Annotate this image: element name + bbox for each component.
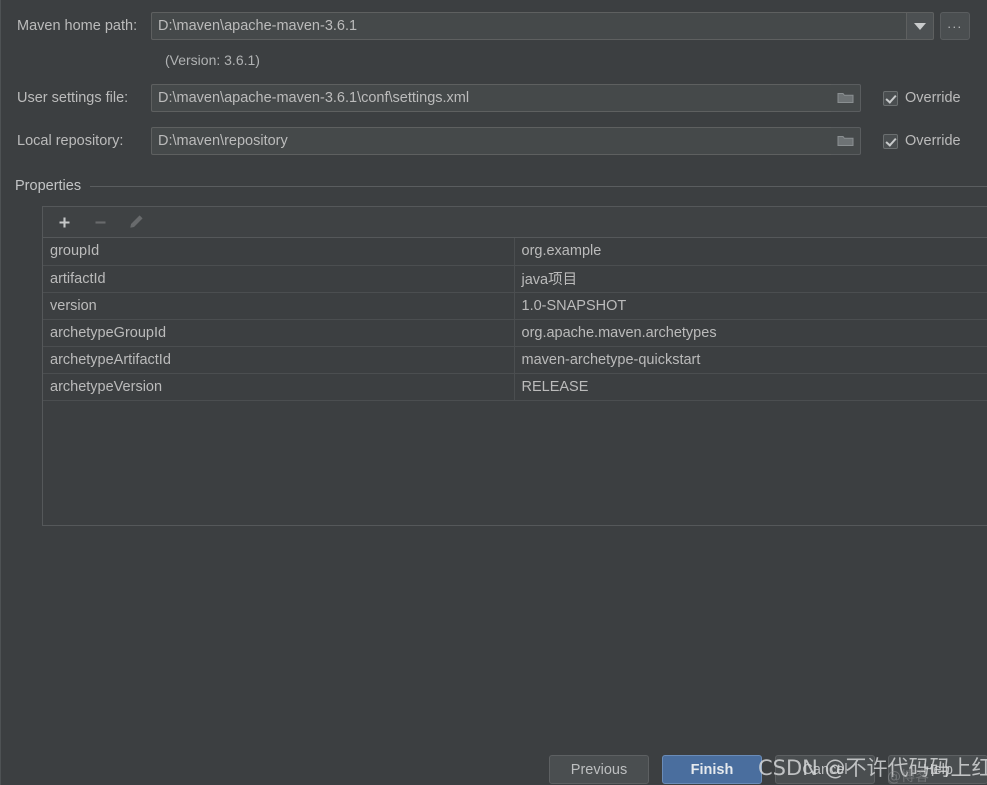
property-key-cell[interactable]: archetypeGroupId	[43, 319, 515, 347]
help-button[interactable]: Help	[888, 755, 987, 784]
local-repository-browse-button[interactable]	[831, 127, 861, 155]
local-repository-input[interactable]: D:\maven\repository	[151, 127, 831, 155]
table-row[interactable]: archetypeArtifactId maven-archetype-quick…	[43, 346, 987, 374]
user-settings-override-label: Override	[905, 90, 961, 106]
minus-icon	[95, 220, 105, 224]
previous-button[interactable]: Previous	[549, 755, 649, 784]
maven-home-path-browse-button[interactable]: ...	[940, 12, 970, 40]
chevron-down-icon	[914, 22, 926, 30]
plus-icon	[59, 217, 69, 227]
property-value-cell[interactable]: 1.0-SNAPSHOT	[514, 292, 987, 320]
properties-group-title: Properties	[15, 178, 82, 194]
table-row[interactable]: archetypeVersion RELEASE	[43, 373, 987, 401]
table-row[interactable]: version 1.0-SNAPSHOT	[43, 292, 987, 320]
table-row[interactable]: groupId org.example	[43, 238, 987, 266]
group-divider	[90, 185, 987, 187]
checkmark-icon	[883, 133, 898, 149]
property-key-cell[interactable]: archetypeVersion	[43, 373, 515, 401]
property-key-cell[interactable]: artifactId	[43, 265, 515, 293]
property-value-cell[interactable]: org.apache.maven.archetypes	[514, 319, 987, 347]
local-repository-label: Local repository:	[17, 133, 124, 149]
folder-icon	[837, 136, 854, 146]
cancel-button[interactable]: Cancel	[775, 755, 875, 784]
properties-table: groupId org.example artifactId java项目 versio…	[43, 238, 987, 401]
properties-table-panel: groupId org.example artifactId java项目 versio…	[42, 206, 987, 526]
table-row[interactable]: archetypeGroupId org.apache.maven.archety…	[43, 319, 987, 347]
local-repository-override-label: Override	[905, 133, 961, 149]
properties-group-header: Properties	[1, 176, 987, 196]
property-value-cell[interactable]: maven-archetype-quickstart	[514, 346, 987, 374]
property-value-cell[interactable]: org.example	[514, 238, 987, 266]
property-key-cell[interactable]: archetypeArtifactId	[43, 346, 515, 374]
maven-home-path-label: Maven home path:	[17, 18, 138, 34]
finish-button[interactable]: Finish	[662, 755, 762, 784]
pencil-icon	[130, 215, 143, 228]
table-row[interactable]: artifactId java项目	[43, 265, 987, 293]
property-value-cell[interactable]: java项目	[514, 265, 987, 293]
property-key-cell[interactable]: groupId	[43, 238, 515, 266]
edit-property-button[interactable]	[125, 211, 147, 233]
maven-version-note: (Version: 3.6.1)	[165, 52, 260, 68]
properties-toolbar	[43, 207, 987, 238]
user-settings-override-checkbox[interactable]: Override	[883, 90, 961, 106]
checkmark-icon	[883, 90, 898, 106]
add-property-button[interactable]	[53, 211, 75, 233]
user-settings-file-row: User settings file: D:\maven\apache-mave…	[1, 83, 987, 113]
maven-home-path-input[interactable]: D:\maven\apache-maven-3.6.1	[151, 12, 906, 40]
remove-property-button[interactable]	[89, 211, 111, 233]
property-value-cell[interactable]: RELEASE	[514, 373, 987, 401]
user-settings-file-browse-button[interactable]	[831, 84, 861, 112]
maven-home-path-dropdown-button[interactable]	[906, 12, 934, 40]
property-key-cell[interactable]: version	[43, 292, 515, 320]
local-repository-override-checkbox[interactable]: Override	[883, 133, 961, 149]
folder-icon	[837, 93, 854, 103]
maven-project-wizard-panel: Maven home path: D:\maven\apache-maven-3…	[0, 0, 987, 785]
user-settings-file-label: User settings file:	[17, 90, 129, 106]
maven-home-path-row: Maven home path: D:\maven\apache-maven-3…	[1, 11, 987, 41]
local-repository-row: Local repository: D:\maven\repository Ov…	[1, 126, 987, 156]
user-settings-file-input[interactable]: D:\maven\apache-maven-3.6.1\conf\setting…	[151, 84, 831, 112]
